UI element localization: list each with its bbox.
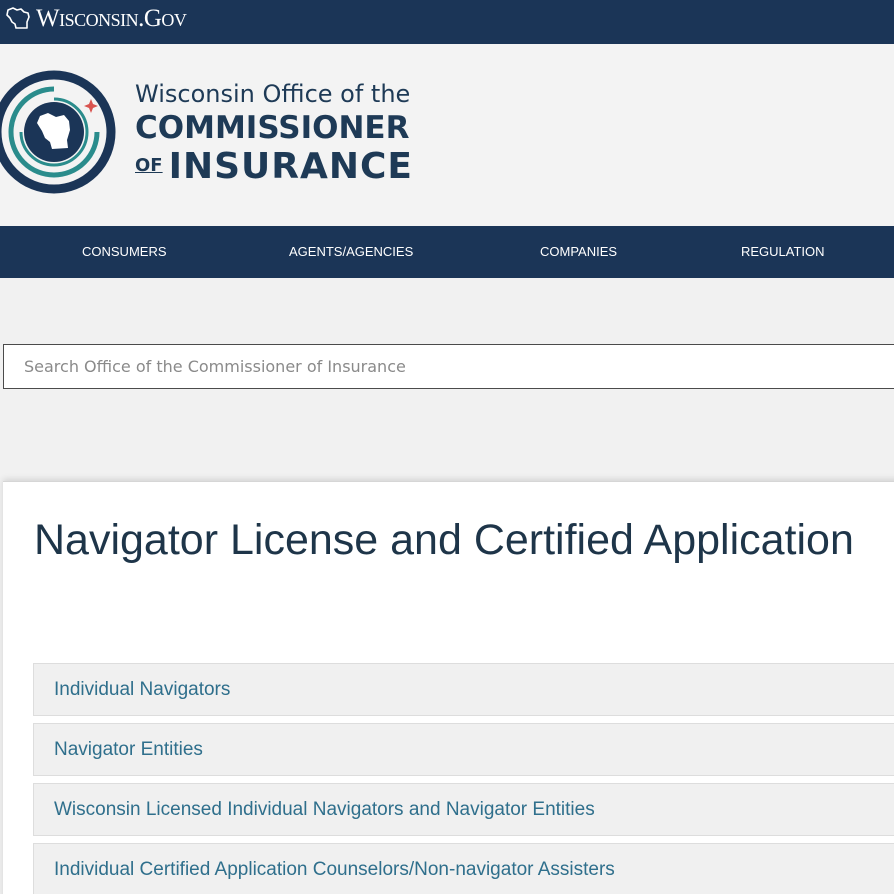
search-box [3,344,894,389]
brand-line-insurance: OF INSURANCE [135,146,413,187]
wisconsin-state-outline-icon [6,7,30,29]
search-input[interactable] [4,345,894,388]
nav-item-consumers[interactable]: CONSUMERS [82,226,167,278]
brand-wordmark[interactable]: Wisconsin Office of the COMMISSIONER OF … [135,80,413,187]
accordion-licensed-navigators-and-entities[interactable]: Wisconsin Licensed Individual Navigators… [33,783,894,836]
accordion-individual-navigators[interactable]: Individual Navigators [33,663,894,716]
brand-line-commissioner: COMMISSIONER [135,110,410,146]
page-title: Navigator License and Certified Applicat… [34,516,854,564]
nav-item-regulation[interactable]: REGULATION [741,226,825,278]
accordion-certified-application-counselors[interactable]: Individual Certified Application Counsel… [33,843,894,894]
brand-line-office: Wisconsin Office of the [135,80,411,108]
main-content: Navigator License and Certified Applicat… [3,481,894,894]
brand-insurance: INSURANCE [168,146,414,187]
top-bar: Wisconsin.Gov [0,0,894,44]
wisconsin-gov-link[interactable]: Wisconsin.Gov [0,0,187,44]
nav-item-agents-agencies[interactable]: AGENTS/AGENCIES [289,226,413,278]
brand-of: OF [135,155,163,176]
oci-seal-logo-icon[interactable] [0,68,118,196]
site-header: Wisconsin Office of the COMMISSIONER OF … [0,44,894,226]
wisconsin-gov-label: Wisconsin.Gov [36,5,187,32]
main-navigation: CONSUMERS AGENTS/AGENCIES COMPANIES REGU… [0,226,894,278]
accordion-navigator-entities[interactable]: Navigator Entities [33,723,894,776]
nav-item-companies[interactable]: COMPANIES [540,226,617,278]
